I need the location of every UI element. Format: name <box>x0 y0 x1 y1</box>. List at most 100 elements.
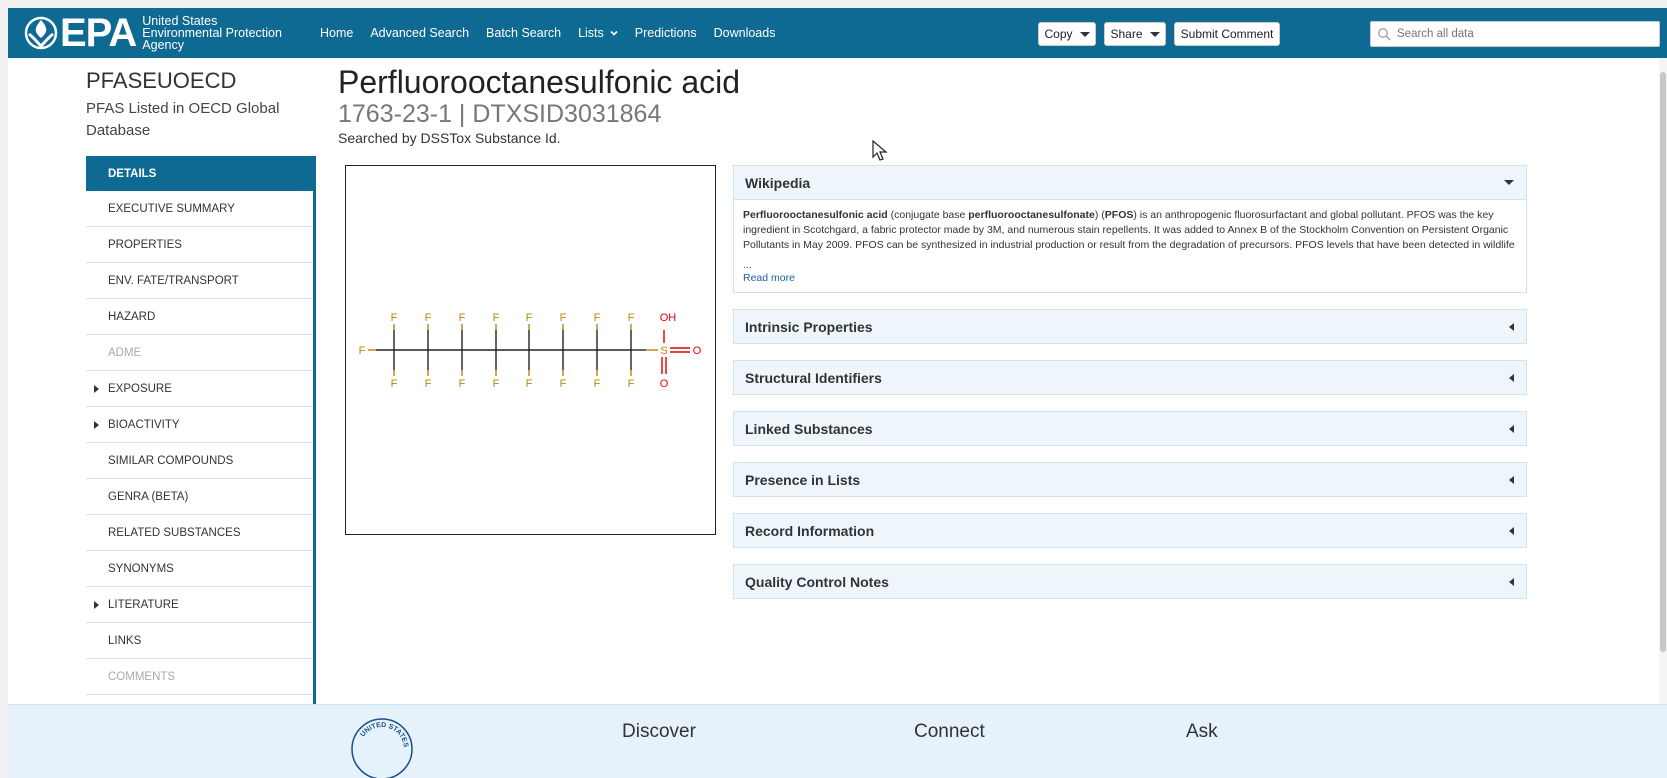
sidebar-item-details[interactable]: DETAILS <box>86 156 313 191</box>
panel-header[interactable]: Intrinsic Properties <box>734 310 1526 343</box>
structure-drawing: F F F F F F F F F F F F F F F F F S OH O O <box>359 312 702 390</box>
sidebar-item-similar-compounds[interactable]: SIMILAR COMPOUNDS <box>86 443 313 479</box>
sidebar-item-label: HAZARD <box>108 310 156 323</box>
sidebar-item-links[interactable]: LINKS <box>86 623 313 659</box>
nav-downloads[interactable]: Downloads <box>714 26 776 40</box>
search-input[interactable] <box>1397 28 1647 40</box>
page-title: Perfluorooctanesulfonic acid <box>338 64 741 100</box>
sidebar-item-label: LITERATURE <box>108 598 179 611</box>
atom-label-fluorine: F <box>594 378 601 390</box>
scrollbar-thumb[interactable] <box>1660 72 1666 652</box>
panel-header[interactable]: Quality Control Notes <box>734 565 1526 598</box>
sidebar-item-label: ENV. FATE/TRANSPORT <box>108 274 239 287</box>
sidebar-item-label: EXECUTIVE SUMMARY <box>108 202 235 215</box>
wikipedia-panel-header[interactable]: Wikipedia <box>734 166 1526 199</box>
panel-header[interactable]: Linked Substances <box>734 412 1526 445</box>
sidebar-item-exposure[interactable]: EXPOSURE <box>86 371 313 407</box>
intrinsic-properties-panel: Intrinsic Properties <box>733 309 1527 344</box>
text-run: (conjugate base <box>887 209 969 221</box>
panel-header[interactable]: Record Information <box>734 514 1526 547</box>
expand-arrow-icon <box>1509 475 1514 484</box>
footer-discover[interactable]: Discover <box>622 721 696 743</box>
page: EPA United States Environmental Protecti… <box>8 8 1667 778</box>
sidebar-item-synonyms[interactable]: SYNONYMS <box>86 551 313 587</box>
expand-arrow-icon <box>94 385 99 393</box>
submit-comment-button[interactable]: Submit Comment <box>1174 22 1280 46</box>
sidebar-item-bioactivity[interactable]: BIOACTIVITY <box>86 407 313 443</box>
panel-title: Structural Identifiers <box>745 369 882 386</box>
sidebar-item-hazard[interactable]: HAZARD <box>86 299 313 335</box>
sidebar-item-label: BIOACTIVITY <box>108 418 180 431</box>
nav-label: Predictions <box>634 26 697 40</box>
atom-label-fluorine: F <box>560 312 567 324</box>
share-button[interactable]: Share <box>1104 22 1166 46</box>
epa-logo[interactable]: EPA United States Environmental Protecti… <box>24 11 302 55</box>
panel-title: Record Information <box>745 522 875 539</box>
nav-lists[interactable]: Lists <box>578 26 618 40</box>
panel-header[interactable]: Presence in Lists <box>734 463 1526 496</box>
sidebar-item-adme: ADME <box>86 335 313 371</box>
panel-header[interactable]: Structural Identifiers <box>734 361 1526 394</box>
expand-arrow-icon <box>1509 526 1514 535</box>
atom-label-fluorine: F <box>459 378 466 390</box>
nav-batch-search[interactable]: Batch Search <box>486 26 561 40</box>
footer: UNITED STATES Discover Connect Ask <box>8 704 1667 778</box>
sidebar-item-label: ADME <box>108 346 142 359</box>
atom-label-fluorine: F <box>391 378 398 390</box>
sidebar-item-label: RELATED SUBSTANCES <box>108 526 241 539</box>
atom-label-fluorine: F <box>391 312 398 324</box>
sidebar-item-genra[interactable]: GENRA (BETA) <box>86 479 313 515</box>
collapse-arrow-icon <box>1504 180 1514 185</box>
copy-button[interactable]: Copy <box>1038 22 1096 46</box>
sidebar-item-label: LINKS <box>108 634 142 647</box>
expand-arrow-icon <box>1509 424 1514 433</box>
expand-arrow-icon <box>1509 373 1514 382</box>
quality-control-notes-panel: Quality Control Notes <box>733 564 1527 599</box>
panel-title: Linked Substances <box>745 420 873 437</box>
detail-panels: Wikipedia Perfluorooctanesulfonic acid (… <box>733 165 1527 615</box>
presence-in-lists-panel: Presence in Lists <box>733 462 1527 497</box>
bold-term: Perfluorooctanesulfonic acid <box>743 209 888 221</box>
atom-label-fluorine: F <box>628 312 635 324</box>
sidebar-item-label: GENRA (BETA) <box>108 490 189 503</box>
atom-label-hydroxyl: OH <box>660 312 677 324</box>
text-run: ) ( <box>1094 209 1105 221</box>
nav-home[interactable]: Home <box>320 26 353 40</box>
submit-comment-label: Submit Comment <box>1180 27 1274 41</box>
footer-ask[interactable]: Ask <box>1186 721 1218 743</box>
sidebar-item-label: COMMENTS <box>108 670 176 683</box>
epa-seal-icon: UNITED STATES <box>351 718 413 778</box>
page-scrollbar[interactable] <box>1659 58 1667 704</box>
wikipedia-summary: Perfluorooctanesulfonic acid (conjugate … <box>734 199 1526 292</box>
linked-substances-panel: Linked Substances <box>733 411 1527 446</box>
expand-arrow-icon <box>1509 322 1514 331</box>
nav-label: Downloads <box>713 26 776 40</box>
searched-by-note: Searched by DSSTox Substance Id. <box>338 130 561 146</box>
sidebar-item-executive-summary[interactable]: EXECUTIVE SUMMARY <box>86 191 313 227</box>
nav-label: Batch Search <box>486 26 562 40</box>
footer-connect[interactable]: Connect <box>914 721 985 743</box>
atom-label-fluorine: F <box>493 378 500 390</box>
read-more-link[interactable]: Read more <box>743 271 795 286</box>
caret-down-icon <box>1149 31 1160 37</box>
sidebar-item-related-substances[interactable]: RELATED SUBSTANCES <box>86 515 313 551</box>
atom-label-fluorine: F <box>359 345 366 357</box>
atom-label-fluorine: F <box>459 312 466 324</box>
logo-wordmark: EPA <box>60 11 137 55</box>
epa-flower-icon <box>24 16 58 50</box>
sidebar-menu: DETAILS EXECUTIVE SUMMARY PROPERTIES ENV… <box>86 156 316 704</box>
sidebar-item-label: DETAILS <box>108 167 157 180</box>
search-icon <box>1378 28 1391 41</box>
sidebar-item-properties[interactable]: PROPERTIES <box>86 227 313 263</box>
chemical-structure[interactable]: F F F F F F F F F F F F F F F F F S OH O O <box>345 165 716 535</box>
panel-title: Presence in Lists <box>745 471 861 488</box>
nav-predictions[interactable]: Predictions <box>635 26 697 40</box>
atom-label-fluorine: F <box>425 312 432 324</box>
atom-label-oxygen: O <box>693 345 702 357</box>
nav-advanced-search[interactable]: Advanced Search <box>370 26 469 40</box>
sidebar-item-env-fate-transport[interactable]: ENV. FATE/TRANSPORT <box>86 263 313 299</box>
sidebar-item-comments: COMMENTS <box>86 659 313 695</box>
sidebar-item-label: EXPOSURE <box>108 382 172 395</box>
sidebar-item-literature[interactable]: LITERATURE <box>86 587 313 623</box>
nav-label: Home <box>320 26 354 40</box>
